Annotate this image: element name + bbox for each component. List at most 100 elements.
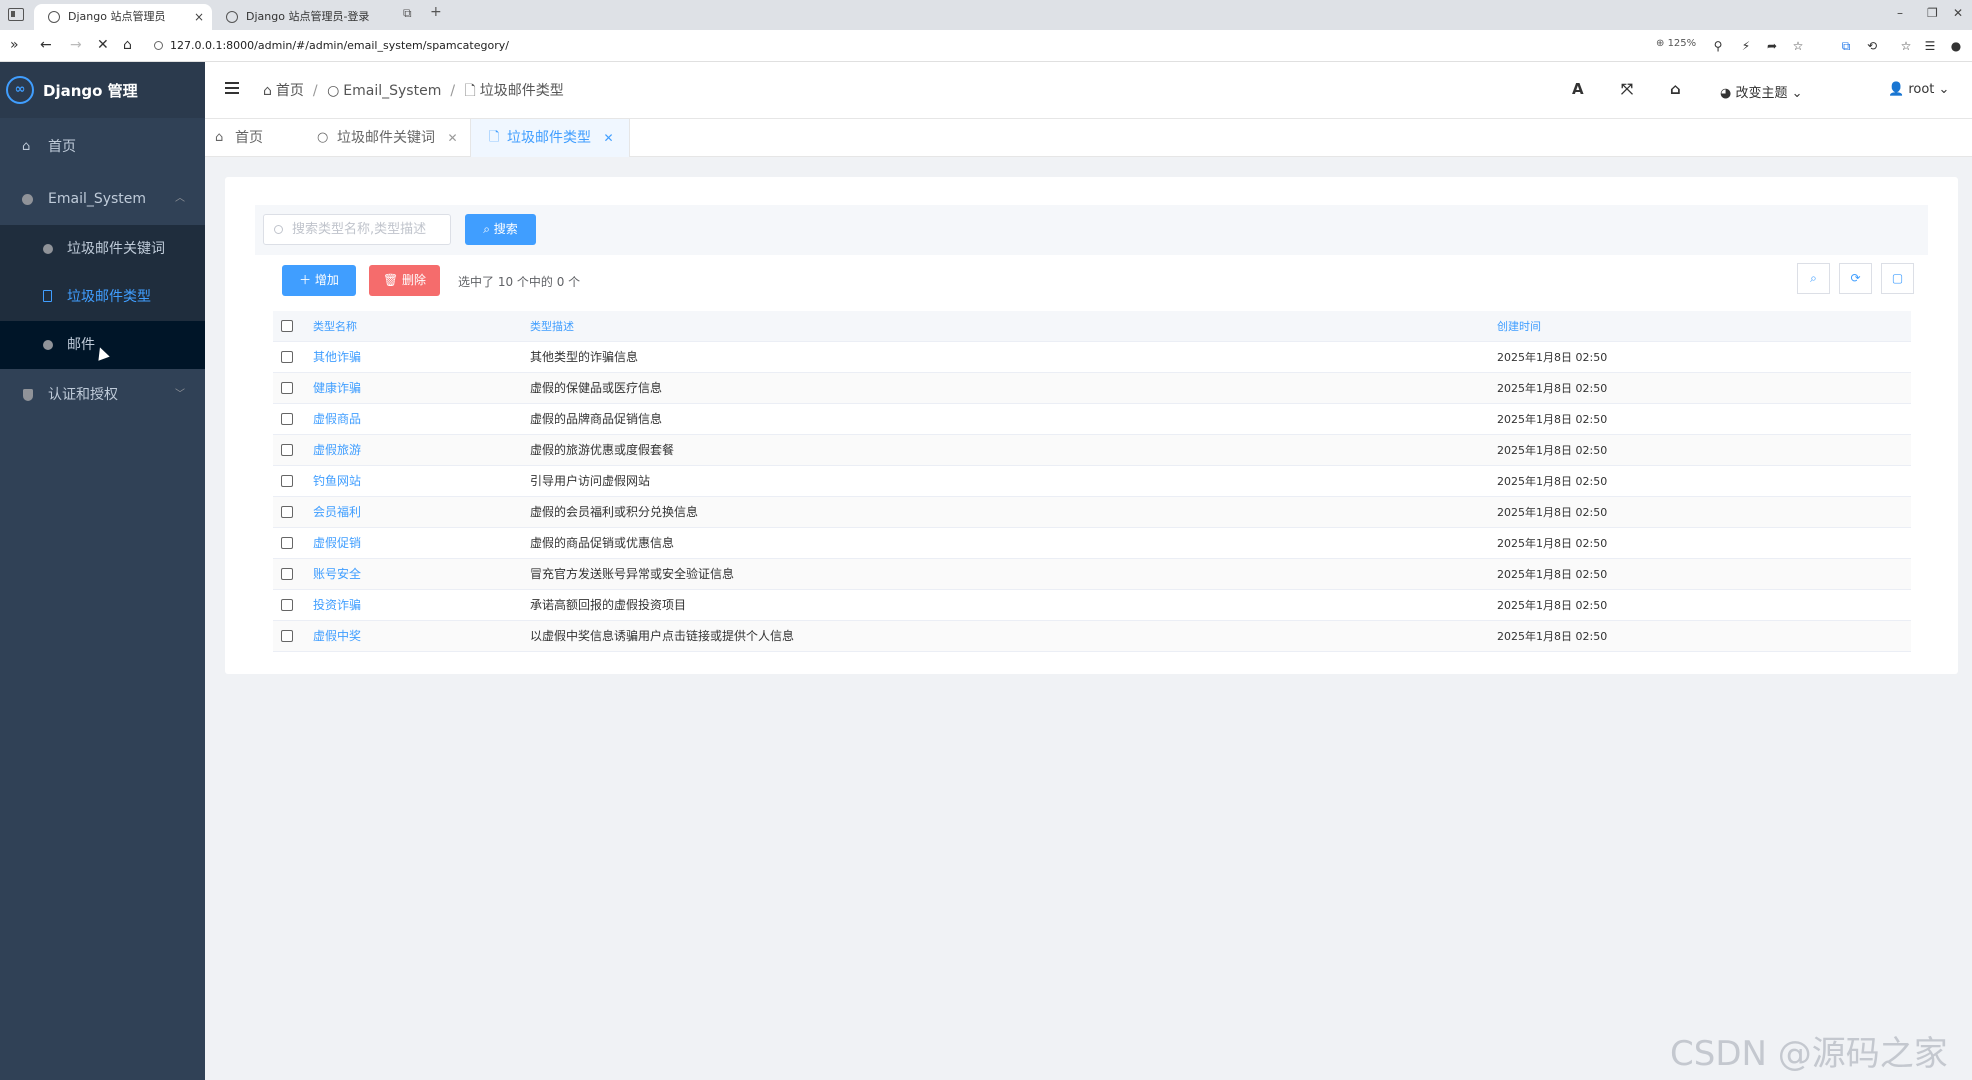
close-window-icon[interactable]: ✕ — [1953, 6, 1963, 20]
close-tab-icon[interactable]: ✕ — [603, 131, 613, 145]
row-name-link[interactable]: 虚假中奖 — [313, 621, 361, 652]
breadcrumb: ⌂ 首页 / ○ Email_System / 🗋 垃圾邮件类型 — [263, 80, 568, 104]
browser-tab[interactable]: Django 站点管理员-登录 — [212, 4, 390, 30]
table-row: 钓鱼网站 引导用户访问虚假网站 2025年1月8日 02:50 — [273, 466, 1911, 497]
row-name-link[interactable]: 钓鱼网站 — [313, 466, 361, 497]
sidebar-item-home[interactable]: ⌂ 首页 — [0, 121, 205, 173]
row-name-link[interactable]: 其他诈骗 — [313, 342, 361, 373]
close-tab-icon[interactable]: ✕ — [447, 131, 457, 145]
back-icon[interactable]: ← — [40, 37, 52, 53]
zoom-indicator[interactable]: ⊕ 125% — [1656, 38, 1696, 49]
sidebar-item-email-system[interactable]: Email_System ︿ — [0, 173, 205, 225]
restore-icon[interactable]: ❐ — [1927, 6, 1938, 20]
translate-icon[interactable]: ⧉ — [1838, 38, 1854, 54]
search-input[interactable]: 搜索类型名称,类型描述 — [263, 214, 451, 245]
row-created: 2025年1月8日 02:50 — [1497, 537, 1608, 550]
admin-header: ⌂ 首页 / ○ Email_System / 🗋 垃圾邮件类型 A ⤧ ⌂ ◕ 改变主题… — [205, 62, 1972, 119]
browser-tabstrip: Django 站点管理员 × Django 站点管理员-登录 ⧉ + – ❐ ✕ — [0, 0, 1972, 30]
row-name-link[interactable]: 虚假商品 — [313, 404, 361, 435]
refresh-button[interactable]: ⟳ — [1839, 263, 1872, 294]
add-button-label: 增加 — [314, 273, 339, 287]
sidebar-item-emails[interactable]: 邮件 — [0, 321, 205, 369]
delete-button[interactable]: 🗑 删除 — [369, 265, 440, 296]
row-checkbox[interactable] — [281, 537, 293, 549]
column-header-name[interactable]: 类型名称 — [313, 311, 357, 342]
row-description: 以虚假中奖信息诱骗用户点击链接或提供个人信息 — [530, 629, 795, 643]
search-bar: 搜索类型名称,类型描述 ⌕ 搜索 — [255, 205, 1928, 255]
browser-sidebar-icon[interactable] — [8, 8, 24, 21]
browser-tab-active[interactable]: Django 站点管理员 × — [34, 4, 212, 30]
row-checkbox[interactable] — [281, 351, 293, 363]
sidebar-item-spam-category[interactable]: 垃圾邮件类型 — [0, 273, 205, 321]
menu-icon[interactable]: ☰ — [1922, 38, 1938, 54]
sidebar-item-auth[interactable]: 认证和授权 ﹀ — [0, 369, 205, 421]
search-placeholder: 搜索类型名称,类型描述 — [292, 222, 427, 237]
fullscreen-icon[interactable]: ⤧ — [1621, 80, 1633, 98]
theme-label: 改变主题 — [1735, 86, 1788, 101]
row-checkbox[interactable] — [281, 475, 293, 487]
star-icon[interactable]: ☆ — [1790, 38, 1806, 54]
row-checkbox[interactable] — [281, 599, 293, 611]
row-name-link[interactable]: 账号安全 — [313, 559, 361, 590]
url-field[interactable]: 127.0.0.1:8000/admin/#/admin/email_syste… — [150, 36, 1650, 56]
tab-spam-keywords[interactable]: ○ 垃圾邮件关键词 ✕ — [289, 119, 464, 157]
table-row: 虚假旅游 虚假的旅游优惠或度假套餐 2025年1月8日 02:50 — [273, 435, 1911, 466]
extensions-icon[interactable]: ⟲ — [1864, 38, 1880, 54]
add-button[interactable]: ＋ 增加 — [282, 265, 356, 296]
breadcrumb-email-system[interactable]: Email_System — [343, 83, 441, 99]
export-button[interactable]: ▢ — [1881, 263, 1914, 294]
select-all-checkbox[interactable] — [281, 320, 293, 332]
expand-icon[interactable]: » — [10, 37, 19, 53]
row-checkbox[interactable] — [281, 506, 293, 518]
sidebar-item-label: 认证和授权 — [48, 387, 118, 403]
row-name-link[interactable]: 健康诈骗 — [313, 373, 361, 404]
favorites-icon[interactable]: ☆ — [1898, 38, 1914, 54]
tab-home[interactable]: ⌂ 首页 — [205, 119, 285, 157]
row-checkbox[interactable] — [281, 382, 293, 394]
sidebar-item-spam-keywords[interactable]: 垃圾邮件关键词 — [0, 225, 205, 273]
home-icon[interactable]: ⌂ — [123, 37, 132, 53]
tab-spam-category[interactable]: 🗋 垃圾邮件类型 ✕ — [470, 119, 630, 157]
django-favicon-icon — [226, 11, 238, 23]
row-name-link[interactable]: 会员福利 — [313, 497, 361, 528]
close-tab-icon[interactable]: × — [194, 4, 204, 30]
user-dropdown[interactable]: 👤 root ⌄ — [1888, 82, 1949, 97]
row-created: 2025年1月8日 02:50 — [1497, 413, 1608, 426]
row-checkbox[interactable] — [281, 444, 293, 456]
search-icon — [274, 225, 283, 234]
table-row: 账号安全 冒充官方发送账号异常或安全验证信息 2025年1月8日 02:50 — [273, 559, 1911, 590]
breadcrumb-home[interactable]: 首页 — [276, 83, 304, 99]
home-icon[interactable]: ⌂ — [1670, 80, 1681, 98]
column-header-desc[interactable]: 类型描述 — [530, 311, 574, 342]
new-tab-icon[interactable]: + — [430, 4, 442, 20]
bolt-icon[interactable]: ⚡ — [1738, 38, 1754, 54]
row-description: 虚假的旅游优惠或度假套餐 — [530, 443, 675, 457]
row-created: 2025年1月8日 02:50 — [1497, 475, 1608, 488]
profile-icon[interactable]: ● — [1948, 38, 1964, 54]
location-icon[interactable]: ⚲ — [1710, 38, 1726, 54]
table-row: 健康诈骗 虚假的保健品或医疗信息 2025年1月8日 02:50 — [273, 373, 1911, 404]
stop-icon[interactable]: ✕ — [97, 37, 109, 53]
row-checkbox[interactable] — [281, 630, 293, 642]
share-icon[interactable]: ➦ — [1764, 38, 1780, 54]
forward-icon[interactable]: → — [70, 37, 82, 53]
row-checkbox[interactable] — [281, 413, 293, 425]
row-name-link[interactable]: 虚假促销 — [313, 528, 361, 559]
search-button[interactable]: ⌕ 搜索 — [465, 214, 536, 245]
search-toggle-button[interactable]: ⌕ — [1797, 263, 1830, 294]
row-checkbox[interactable] — [281, 568, 293, 580]
table-row: 其他诈骗 其他类型的诈骗信息 2025年1月8日 02:50 — [273, 342, 1911, 373]
minimize-icon[interactable]: – — [1897, 6, 1903, 20]
row-description: 引导用户访问虚假网站 — [530, 474, 651, 488]
column-header-created[interactable]: 创建时间 — [1497, 311, 1541, 342]
tab-actions-icon[interactable]: ⧉ — [403, 6, 412, 21]
hamburger-icon[interactable] — [225, 82, 239, 94]
mouse-cursor-icon — [94, 345, 110, 361]
row-name-link[interactable]: 虚假旅游 — [313, 435, 361, 466]
chevron-up-icon: ︿ — [175, 193, 185, 204]
circle-icon — [43, 340, 53, 350]
logo[interactable]: ∞ Django 管理 — [0, 62, 205, 118]
row-name-link[interactable]: 投资诈骗 — [313, 590, 361, 621]
theme-dropdown[interactable]: ◕ 改变主题 ⌄ — [1720, 82, 1803, 101]
font-size-icon[interactable]: A — [1572, 80, 1584, 98]
